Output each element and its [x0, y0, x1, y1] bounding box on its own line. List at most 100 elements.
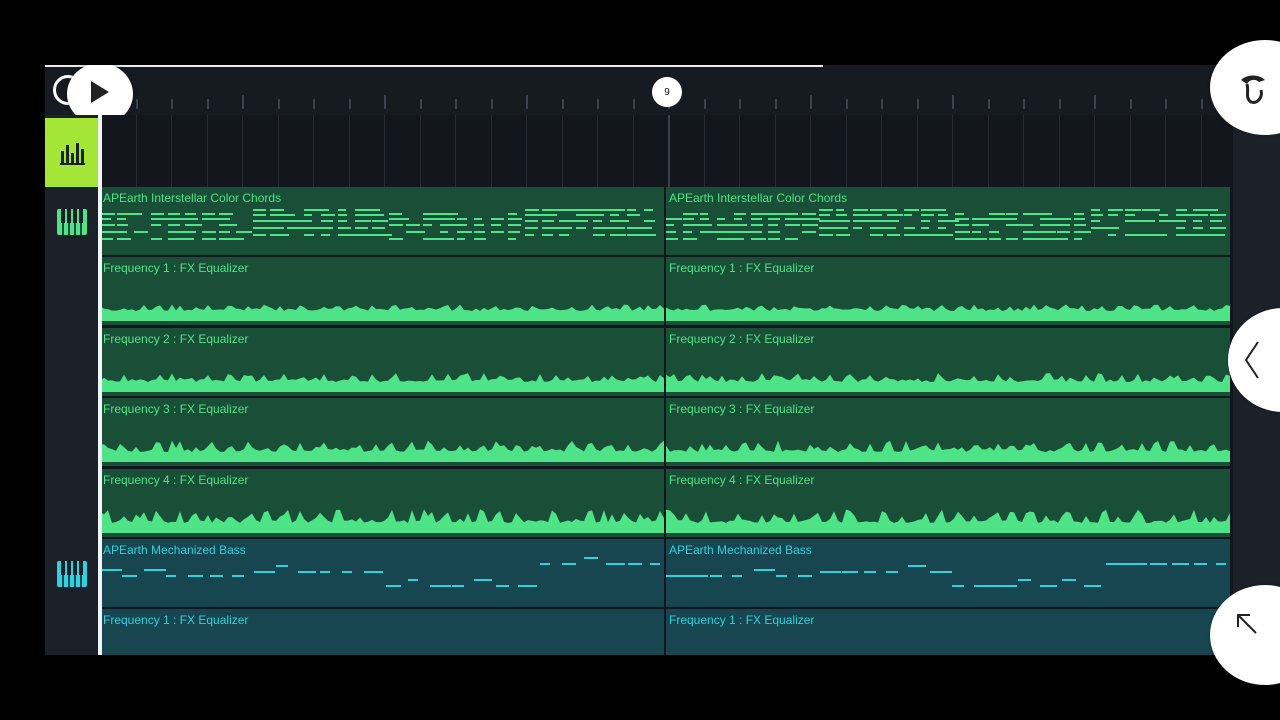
- fruit-logo-icon: [1241, 75, 1265, 104]
- track-sidebar: [45, 115, 98, 655]
- pattern-clip[interactable]: Frequency 1 : FX Equalizer: [666, 257, 1230, 326]
- grid-line: [810, 115, 811, 187]
- grid-line: [845, 115, 847, 187]
- pattern-clip[interactable]: Frequency 1 : FX Equalizer: [100, 609, 664, 655]
- playhead[interactable]: [98, 115, 102, 655]
- ruler-tick: [526, 95, 528, 109]
- pattern-clip[interactable]: Frequency 3 : FX Equalizer: [100, 398, 664, 467]
- grid-line: [384, 115, 385, 187]
- ruler-tick: [171, 99, 173, 109]
- pattern-clip[interactable]: APEarth Mechanized Bass: [100, 539, 664, 607]
- ruler-tick: [490, 99, 493, 109]
- grid-line: [242, 115, 243, 187]
- grid-line: [419, 115, 421, 187]
- clip-label: Frequency 1 : FX Equalizer: [103, 613, 249, 628]
- grid-line: [348, 115, 350, 187]
- piano-icon: [56, 561, 87, 587]
- grid-line: [490, 115, 492, 187]
- track-row: APEarth Interstellar Color Chords APEarth…: [100, 187, 1233, 255]
- grid-line: [277, 115, 279, 187]
- grid-line: [1200, 115, 1202, 187]
- ruler-tick: [703, 99, 706, 109]
- chevron-left-icon: [1244, 341, 1259, 379]
- pattern-clip[interactable]: Frequency 4 : FX Equalizer: [100, 468, 664, 537]
- instrument-chords-button[interactable]: [45, 187, 98, 257]
- ruler-tick: [348, 99, 351, 109]
- track-row: Frequency 1 : FX Equalizer Frequency 1 : …: [100, 609, 1233, 655]
- clip-label: Frequency 4 : FX Equalizer: [669, 472, 815, 487]
- grid-line: [1094, 115, 1095, 187]
- grid-line: [881, 115, 882, 187]
- ruler-tick: [881, 99, 883, 109]
- grid-line: [774, 115, 776, 187]
- grid-line: [561, 115, 563, 187]
- ruler-tick: [774, 99, 777, 109]
- grid-line: [632, 115, 634, 187]
- ruler-tick: [242, 95, 244, 109]
- grid-line: [703, 115, 705, 187]
- bar-position-marker[interactable]: 9: [652, 77, 682, 107]
- ruler-tick: [810, 95, 812, 109]
- grid-line: [668, 115, 670, 187]
- grid-line: [987, 115, 989, 187]
- ruler-tick: [1200, 99, 1203, 109]
- clip-label: APEarth Mechanized Bass: [669, 543, 812, 557]
- pattern-clip[interactable]: Frequency 2 : FX Equalizer: [100, 327, 664, 396]
- ruler-tick: [1129, 99, 1132, 109]
- ruler-tick: [597, 99, 599, 109]
- pattern-clip[interactable]: APEarth Interstellar Color Chords: [666, 187, 1230, 255]
- track-row: Frequency 4 : FX Equalizer Frequency 4 : …: [100, 468, 1233, 537]
- pattern-clip[interactable]: Frequency 1 : FX Equalizer: [100, 257, 664, 326]
- clip-label: Frequency 1 : FX Equalizer: [669, 613, 815, 628]
- track-row: APEarth Mechanized Bass APEarth Mechanize…: [100, 539, 1233, 607]
- ruler-tick: [384, 95, 386, 109]
- playlist-window: 9 APEarth Interstellar Color Chords APEa…: [45, 65, 1280, 655]
- pattern-clip[interactable]: APEarth Mechanized Bass: [666, 539, 1230, 607]
- clip-label: APEarth Interstellar Color Chords: [103, 191, 282, 205]
- grid-line: [455, 115, 456, 187]
- grid-line: [916, 115, 918, 187]
- grid-line: [206, 115, 208, 187]
- grid-line: [313, 115, 314, 187]
- ruler-tick: [455, 99, 457, 109]
- clip-label: Frequency 1 : FX Equalizer: [669, 261, 815, 276]
- ruler-tick: [845, 99, 848, 109]
- clip-label: Frequency 3 : FX Equalizer: [103, 402, 249, 417]
- track-row: Frequency 2 : FX Equalizer Frequency 2 : …: [100, 327, 1233, 396]
- expand-arrow-icon: [1237, 614, 1257, 634]
- ruler-tick: [561, 99, 564, 109]
- grid-line: [1129, 115, 1131, 187]
- instrument-bass-button[interactable]: [45, 539, 98, 609]
- pattern-clip[interactable]: Frequency 4 : FX Equalizer: [666, 468, 1230, 537]
- track-row: Frequency 3 : FX Equalizer Frequency 3 : …: [100, 398, 1233, 467]
- pattern-clip[interactable]: Frequency 1 : FX Equalizer: [666, 609, 1230, 655]
- clip-label: Frequency 4 : FX Equalizer: [103, 472, 249, 487]
- play-icon: [91, 81, 109, 103]
- ruler-tick: [916, 99, 919, 109]
- ruler-tick: [206, 99, 209, 109]
- pattern-clip[interactable]: Frequency 3 : FX Equalizer: [666, 398, 1230, 467]
- track-row: Frequency 1 : FX Equalizer Frequency 1 : …: [100, 257, 1233, 326]
- grid-line: [526, 115, 527, 187]
- clip-label: APEarth Mechanized Bass: [103, 543, 246, 557]
- ruler-tick: [952, 95, 954, 109]
- clip-label: Frequency 1 : FX Equalizer: [103, 261, 249, 276]
- ruler-tick: [739, 99, 741, 109]
- mixer-button[interactable]: [45, 118, 98, 187]
- playlist-timeline[interactable]: APEarth Interstellar Color Chords APEarth…: [100, 115, 1233, 655]
- song-progress-bar: [45, 65, 824, 67]
- grid-line: [1165, 115, 1166, 187]
- clip-label: Frequency 2 : FX Equalizer: [103, 331, 249, 346]
- ruler-tick: [1023, 99, 1025, 109]
- piano-icon: [56, 209, 87, 235]
- ruler-tick: [1165, 99, 1167, 109]
- grid-line: [135, 115, 137, 187]
- ruler-tick: [135, 99, 138, 109]
- ruler-tick: [632, 99, 635, 109]
- ruler-tick: [419, 99, 422, 109]
- ruler-tick: [1094, 95, 1096, 109]
- ruler-tick: [277, 99, 280, 109]
- clip-label: Frequency 3 : FX Equalizer: [669, 402, 815, 417]
- pattern-clip[interactable]: Frequency 2 : FX Equalizer: [666, 327, 1230, 396]
- pattern-clip[interactable]: APEarth Interstellar Color Chords: [100, 187, 664, 255]
